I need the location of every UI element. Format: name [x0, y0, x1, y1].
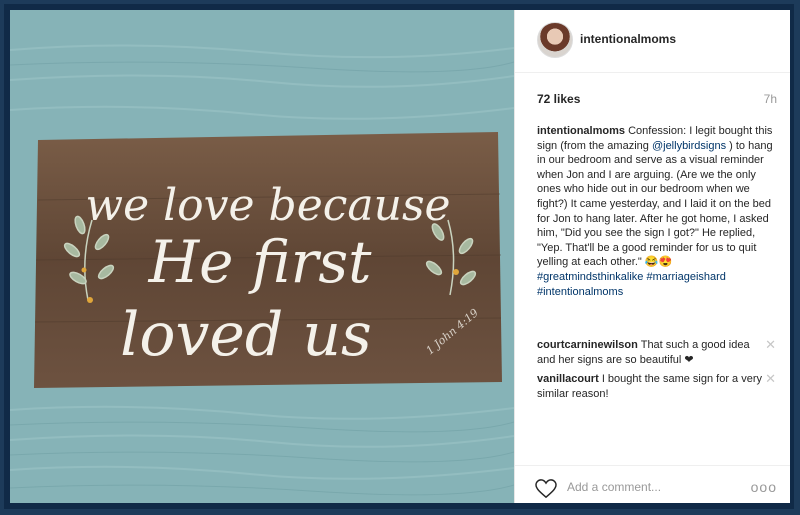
avatar[interactable] [537, 22, 573, 58]
comment-username[interactable]: vanillacourt [537, 373, 599, 385]
remove-comment-icon[interactable]: ✕ [765, 338, 776, 352]
sign-line-3: loved us [120, 300, 372, 370]
caption-username[interactable]: intentionalmoms [537, 125, 625, 137]
caption-mention[interactable]: @jellybirdsigns [652, 140, 726, 152]
comment-item: courtcarninewilson That such a good idea… [537, 338, 762, 367]
likes-row: 72 likes 7h [537, 92, 777, 106]
post-time[interactable]: 7h [764, 92, 777, 106]
post-side-panel: intentionalmoms 72 likes 7h intentionalm… [514, 10, 790, 503]
post-photo[interactable]: we love because He first loved us 1 John… [10, 10, 514, 503]
sign-line-2: He first [148, 228, 373, 296]
wood-sign-image: we love because He first loved us 1 John… [10, 44, 514, 496]
remove-comment-icon[interactable]: ✕ [765, 372, 776, 386]
post-caption: intentionalmoms Confession: I legit boug… [537, 124, 777, 299]
instagram-post: we love because He first loved us 1 John… [10, 10, 790, 503]
likes-count[interactable]: 72 likes [537, 92, 580, 106]
comment-item: vanillacourt I bought the same sign for … [537, 372, 762, 401]
add-comment-input[interactable] [567, 480, 737, 494]
sign-line-1: we love because [85, 180, 450, 231]
header-username[interactable]: intentionalmoms [580, 32, 676, 46]
comment-footer: ooo [515, 465, 790, 503]
post-header: intentionalmoms [515, 10, 790, 73]
more-options-icon[interactable]: ooo [751, 479, 777, 495]
photo-frame: we love because He first loved us 1 John… [4, 4, 794, 509]
caption-text-2: ) to hang in our bedroom and serve as a … [537, 139, 773, 269]
comment-username[interactable]: courtcarninewilson [537, 339, 638, 351]
caption-hashtags[interactable]: #greatmindsthinkalike #marriageishard #i… [537, 271, 726, 298]
heart-icon[interactable] [535, 479, 557, 499]
